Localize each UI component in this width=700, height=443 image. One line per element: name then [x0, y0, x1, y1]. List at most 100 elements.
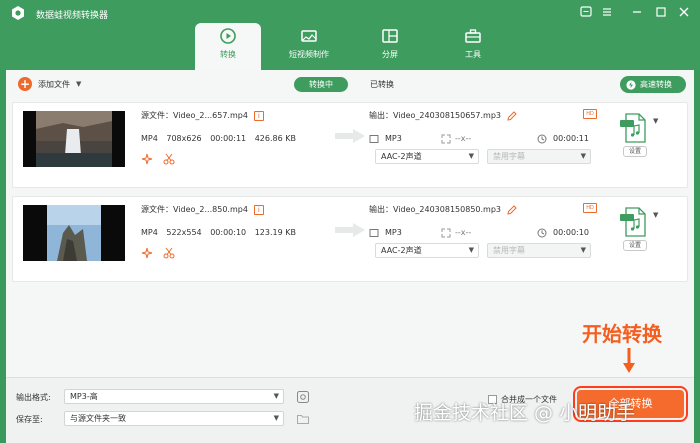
tab-label: 工具 [465, 50, 481, 59]
format-settings-icon[interactable] [296, 390, 310, 404]
menu-icon[interactable] [600, 5, 614, 19]
output-format-row: MP3 --x-- 00:00:11 [369, 133, 595, 145]
convert-icon [220, 28, 236, 44]
close-icon[interactable] [677, 5, 691, 19]
tab-split-screen[interactable]: 分屏 [357, 23, 423, 70]
subtab-converting[interactable]: 转换中 [294, 77, 348, 92]
chevron-down-icon: ▼ [580, 152, 586, 160]
high-speed-label: 高速转换 [640, 80, 672, 89]
high-speed-button[interactable]: 高速转换 [620, 76, 686, 93]
video-thumbnail[interactable] [23, 205, 125, 261]
audio-track-select[interactable]: AAC-2声道 ▼ [375, 149, 479, 164]
clock-icon [537, 228, 547, 238]
tab-label: 短视频制作 [289, 50, 329, 59]
app-logo-icon [12, 6, 24, 20]
mp3-format-icon[interactable] [617, 111, 651, 145]
chevron-down-icon[interactable]: ▼ [76, 80, 81, 88]
info-icon[interactable]: i [253, 110, 264, 121]
audio-track-value: AAC-2声道 [381, 152, 422, 161]
clock-icon [537, 134, 547, 144]
waterfall-thumbnail-image [23, 111, 125, 167]
output-filename: Video_240308150850.mp3 [393, 205, 501, 214]
chevron-down-icon: ▼ [468, 246, 474, 254]
subtitle-select[interactable]: 禁用字幕 ▼ [487, 243, 591, 258]
lightning-icon [626, 79, 636, 90]
split-screen-icon [382, 29, 398, 43]
subtab-converted[interactable]: 已转换 [362, 77, 402, 92]
settings-button[interactable]: 设置 [623, 240, 647, 251]
app-title: 数据蛙视频转换器 [36, 11, 109, 21]
subtitle-value: 禁用字幕 [493, 152, 525, 161]
pencil-icon[interactable] [507, 110, 517, 121]
output-format: MP3 [385, 228, 402, 237]
chevron-down-icon: ▼ [580, 246, 586, 254]
source-file-line: 源文件： Video_2...657.mp4 i [141, 110, 264, 121]
source-format: MP4 [141, 228, 158, 237]
tree-thumbnail-image [23, 205, 125, 261]
title-bar: 数据蛙视频转换器 转换 短视频制作 分屏 工具 [0, 0, 700, 70]
source-resolution: 522x554 [166, 228, 202, 237]
source-file-line: 源文件： Video_2...850.mp4 i [141, 204, 264, 215]
arrow-down-icon [623, 348, 635, 373]
resize-icon [441, 134, 451, 144]
save-to-value: 与源文件夹一致 [70, 414, 126, 423]
tab-video-maker[interactable]: 短视频制作 [276, 23, 342, 70]
output-file-line: 输出： Video_240308150657.mp3 [369, 110, 517, 121]
source-meta: MP4 708x626 00:00:11 426.86 KB [141, 134, 302, 143]
content-area: + 添加文件 ▼ 转换中 已转换 高速转换 源文件： Video_2...657… [6, 70, 694, 443]
effects-icon[interactable] [141, 247, 153, 259]
minimize-icon[interactable] [630, 5, 644, 19]
edit-tools [141, 153, 175, 165]
source-meta: MP4 522x554 00:00:10 123.19 KB [141, 228, 302, 237]
arrow-right-icon [335, 223, 365, 237]
source-resolution: 708x626 [166, 134, 202, 143]
output-format: MP3 [385, 134, 402, 143]
output-resolution: --x-- [455, 228, 472, 237]
add-file-button[interactable]: + 添加文件 ▼ [18, 76, 81, 92]
settings-button[interactable]: 设置 [623, 146, 647, 157]
output-format-select[interactable]: MP3-高 ▼ [64, 389, 284, 404]
effects-icon[interactable] [141, 153, 153, 165]
audio-track-value: AAC-2声道 [381, 246, 422, 255]
source-duration: 00:00:11 [210, 134, 247, 143]
add-file-label: 添加文件 [38, 79, 70, 89]
chevron-down-icon: ▼ [273, 414, 279, 422]
watermark: 掘金技术社区 @ 小明助手 [414, 402, 636, 424]
tab-convert[interactable]: 转换 [195, 23, 261, 70]
chevron-down-icon[interactable]: ▼ [653, 211, 658, 219]
file-item[interactable]: 源文件： Video_2...657.mp4 i MP4 708x626 00:… [12, 102, 688, 188]
start-convert-annotation: 开始转换 [582, 322, 662, 346]
film-icon [369, 229, 379, 237]
arrow-right-icon [335, 129, 365, 143]
output-label: 输出： [369, 205, 393, 214]
info-icon[interactable]: i [253, 204, 264, 215]
folder-icon[interactable] [296, 412, 310, 426]
chevron-down-icon: ▼ [468, 152, 474, 160]
tab-label: 分屏 [382, 50, 398, 59]
scissors-icon[interactable] [163, 247, 175, 259]
source-duration: 00:00:10 [210, 228, 247, 237]
output-file-line: 输出： Video_240308150850.mp3 [369, 204, 517, 215]
tab-toolbox[interactable]: 工具 [440, 23, 506, 70]
video-thumbnail[interactable] [23, 111, 125, 167]
subtitle-select[interactable]: 禁用字幕 ▼ [487, 149, 591, 164]
edit-tools [141, 247, 175, 259]
hd-badge-icon[interactable]: HD [583, 203, 597, 213]
output-format-row: MP3 --x-- 00:00:10 [369, 227, 595, 239]
mp3-format-icon[interactable] [617, 205, 651, 239]
resize-icon [441, 228, 451, 238]
output-label: 输出： [369, 111, 393, 120]
chevron-down-icon[interactable]: ▼ [653, 117, 658, 125]
source-format: MP4 [141, 134, 158, 143]
audio-track-select[interactable]: AAC-2声道 ▼ [375, 243, 479, 258]
file-item[interactable]: 源文件： Video_2...850.mp4 i MP4 522x554 00:… [12, 196, 688, 282]
save-to-select[interactable]: 与源文件夹一致 ▼ [64, 411, 284, 426]
hd-badge-icon[interactable]: HD [583, 109, 597, 119]
scissors-icon[interactable] [163, 153, 175, 165]
pencil-icon[interactable] [507, 204, 517, 215]
maximize-icon[interactable] [654, 5, 668, 19]
subtitle-value: 禁用字幕 [493, 246, 525, 255]
plus-icon: + [18, 77, 32, 91]
feedback-icon[interactable] [579, 5, 593, 19]
output-duration: 00:00:11 [553, 134, 589, 143]
